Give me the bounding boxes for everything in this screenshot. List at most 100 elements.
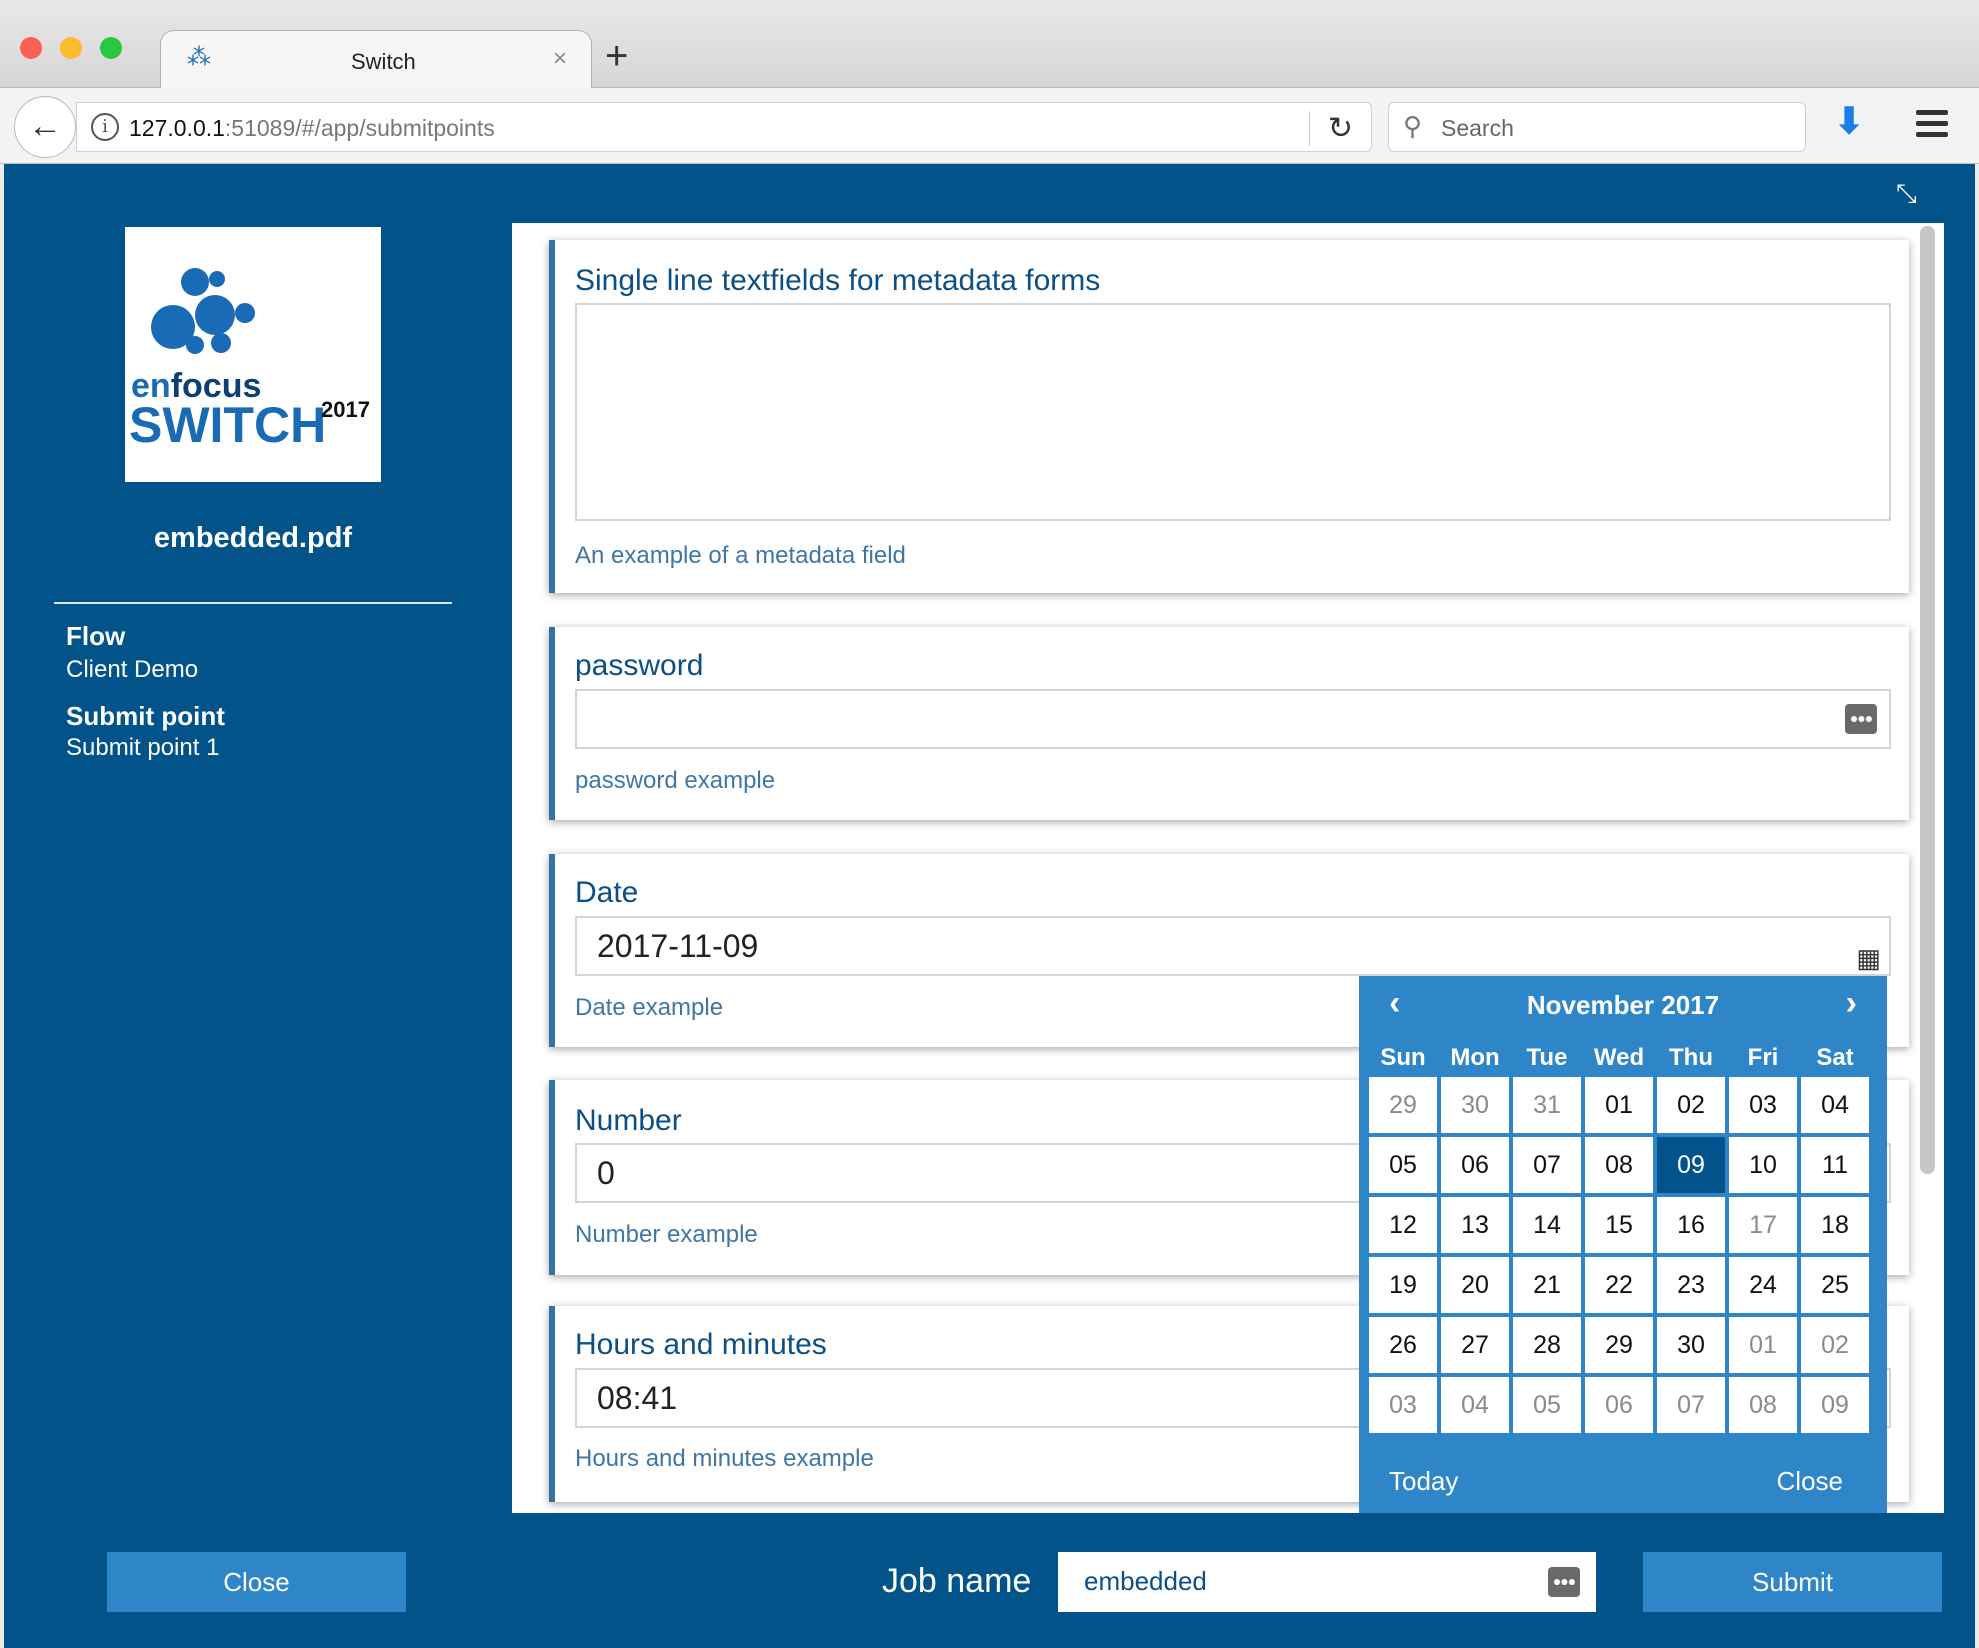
field-label: Date <box>575 876 639 909</box>
calendar-day[interactable]: 31 <box>1513 1077 1581 1133</box>
hamburger-menu-icon[interactable] <box>1916 110 1948 143</box>
calendar-day[interactable]: 20 <box>1441 1257 1509 1313</box>
svg-text:2017: 2017 <box>321 397 370 422</box>
calendar-day[interactable]: 02 <box>1657 1077 1725 1133</box>
job-name-input[interactable]: embedded ●●● <box>1058 1552 1596 1612</box>
url-path: :51089/#/app/submitpoints <box>224 115 495 141</box>
date-input[interactable]: 2017-11-09 ▦ <box>575 916 1891 976</box>
calendar-day[interactable]: 30 <box>1657 1317 1725 1373</box>
weekday-header: Sat <box>1816 1044 1854 1071</box>
calendar-day[interactable]: 05 <box>1513 1377 1581 1433</box>
field-label: Number <box>575 1104 682 1137</box>
calendar-day[interactable]: 23 <box>1657 1257 1725 1313</box>
calendar-grid: 29 30 31 01 02 03 04 05 06 07 08 09 10 11 12 13 14 15 16 17… <box>1369 1077 1869 1433</box>
url-host: 127.0.0.1 <box>129 115 225 141</box>
next-month-icon[interactable]: › <box>1846 984 1857 1023</box>
calendar-day[interactable]: 11 <box>1801 1137 1869 1193</box>
weekday-header: Thu <box>1669 1044 1713 1071</box>
calendar-day[interactable]: 14 <box>1513 1197 1581 1253</box>
calendar-day[interactable]: 28 <box>1513 1317 1581 1373</box>
browser-tab[interactable]: ⁂ Switch × <box>160 30 592 88</box>
calendar-day[interactable]: 03 <box>1369 1377 1437 1433</box>
calendar-day[interactable]: 25 <box>1801 1257 1869 1313</box>
calendar-day[interactable]: 22 <box>1585 1257 1653 1313</box>
calendar-day[interactable]: 08 <box>1729 1377 1797 1433</box>
search-input[interactable]: ⚲ Search <box>1388 102 1806 152</box>
close-window-button[interactable] <box>20 37 42 59</box>
address-bar[interactable]: i 127.0.0.1:51089/#/app/submitpoints ↻ <box>76 102 1372 152</box>
info-icon[interactable]: i <box>91 113 119 141</box>
nav-bar: ← i 127.0.0.1:51089/#/app/submitpoints ↻… <box>0 88 1979 164</box>
calendar-day[interactable]: 29 <box>1369 1077 1437 1133</box>
calendar-day[interactable]: 15 <box>1585 1197 1653 1253</box>
calendar-day[interactable]: 19 <box>1369 1257 1437 1313</box>
date-picker: ‹ November 2017 › Sun Mon Tue Wed Thu Fri Sat … <box>1359 976 1887 1513</box>
weekday-header: Fri <box>1747 1044 1779 1071</box>
calendar-day[interactable]: 29 <box>1585 1317 1653 1373</box>
calendar-day[interactable]: 24 <box>1729 1257 1797 1313</box>
enfocus-switch-logo: enfocus SWITCH 2017 <box>125 227 381 482</box>
scrollbar[interactable] <box>1920 226 1935 1174</box>
field-label: Single line textfields for metadata form… <box>575 264 1101 297</box>
submit-button[interactable]: Submit <box>1643 1552 1942 1612</box>
calendar-day[interactable]: 04 <box>1441 1377 1509 1433</box>
field-help: Date example <box>575 994 724 1021</box>
close-tab-icon[interactable]: × <box>553 45 567 73</box>
password-manager-icon[interactable]: ●●● <box>1548 1567 1580 1597</box>
today-button[interactable]: Today <box>1389 1466 1458 1497</box>
calendar-day[interactable]: 08 <box>1585 1137 1653 1193</box>
close-button[interactable]: Close <box>107 1552 406 1612</box>
calendar-day[interactable]: 01 <box>1585 1077 1653 1133</box>
field-label: Hours and minutes <box>575 1328 827 1361</box>
zoom-window-button[interactable] <box>100 37 122 59</box>
download-icon[interactable]: ⬇ <box>1834 100 1864 142</box>
calendar-day[interactable]: 12 <box>1369 1197 1437 1253</box>
reload-icon[interactable]: ↻ <box>1308 111 1353 146</box>
calendar-day[interactable]: 06 <box>1441 1137 1509 1193</box>
flow-label: Flow <box>66 621 126 651</box>
calendar-day[interactable]: 10 <box>1729 1137 1797 1193</box>
calendar-day[interactable]: 21 <box>1513 1257 1581 1313</box>
calendar-day[interactable]: 27 <box>1441 1317 1509 1373</box>
calendar-day[interactable]: 04 <box>1801 1077 1869 1133</box>
calendar-day[interactable]: 30 <box>1441 1077 1509 1133</box>
collapse-icon[interactable]: ⤡ <box>1896 178 1917 210</box>
field-card-metadata: Single line textfields for metadata form… <box>549 240 1909 593</box>
divider <box>54 602 452 604</box>
calendar-day[interactable]: 17 <box>1729 1197 1797 1253</box>
minimize-window-button[interactable] <box>60 37 82 59</box>
calendar-day[interactable]: 18 <box>1801 1197 1869 1253</box>
calendar-day[interactable]: 01 <box>1729 1317 1797 1373</box>
svg-text:SWITCH: SWITCH <box>129 397 326 453</box>
tab-title: Switch <box>351 49 416 74</box>
calendar-day[interactable]: 07 <box>1513 1137 1581 1193</box>
calendar-day[interactable]: 09 <box>1801 1377 1869 1433</box>
calendar-day[interactable]: 03 <box>1729 1077 1797 1133</box>
submit-point-value: Submit point 1 <box>66 734 220 761</box>
calendar-day[interactable]: 02 <box>1801 1317 1869 1373</box>
password-manager-icon[interactable]: ●●● <box>1845 704 1877 734</box>
calendar-day[interactable]: 16 <box>1657 1197 1725 1253</box>
submit-point-label: Submit point <box>66 701 225 731</box>
field-help: An example of a metadata field <box>575 542 906 569</box>
weekday-header: Tue <box>1526 1044 1568 1071</box>
back-button[interactable]: ← <box>14 96 76 158</box>
new-tab-button[interactable]: + <box>605 36 628 76</box>
field-help: Number example <box>575 1221 758 1248</box>
field-card-password: password ●●● password example <box>549 627 1909 820</box>
calendar-close-button[interactable]: Close <box>1777 1466 1843 1497</box>
calendar-day[interactable]: 06 <box>1585 1377 1653 1433</box>
calendar-day-selected[interactable]: 09 <box>1657 1137 1725 1193</box>
calendar-day[interactable]: 26 <box>1369 1317 1437 1373</box>
weekday-header: Wed <box>1593 1044 1645 1071</box>
field-help: Hours and minutes example <box>575 1445 874 1472</box>
favicon-icon: ⁂ <box>187 44 211 71</box>
calendar-day[interactable]: 05 <box>1369 1137 1437 1193</box>
calendar-month-title: November 2017 <box>1526 990 1720 1020</box>
file-name: embedded.pdf <box>153 522 353 554</box>
calendar-day[interactable]: 07 <box>1657 1377 1725 1433</box>
calendar-day[interactable]: 13 <box>1441 1197 1509 1253</box>
metadata-textarea[interactable] <box>575 303 1891 521</box>
password-input[interactable]: ●●● <box>575 689 1891 749</box>
weekday-header: Sun <box>1380 1044 1426 1071</box>
